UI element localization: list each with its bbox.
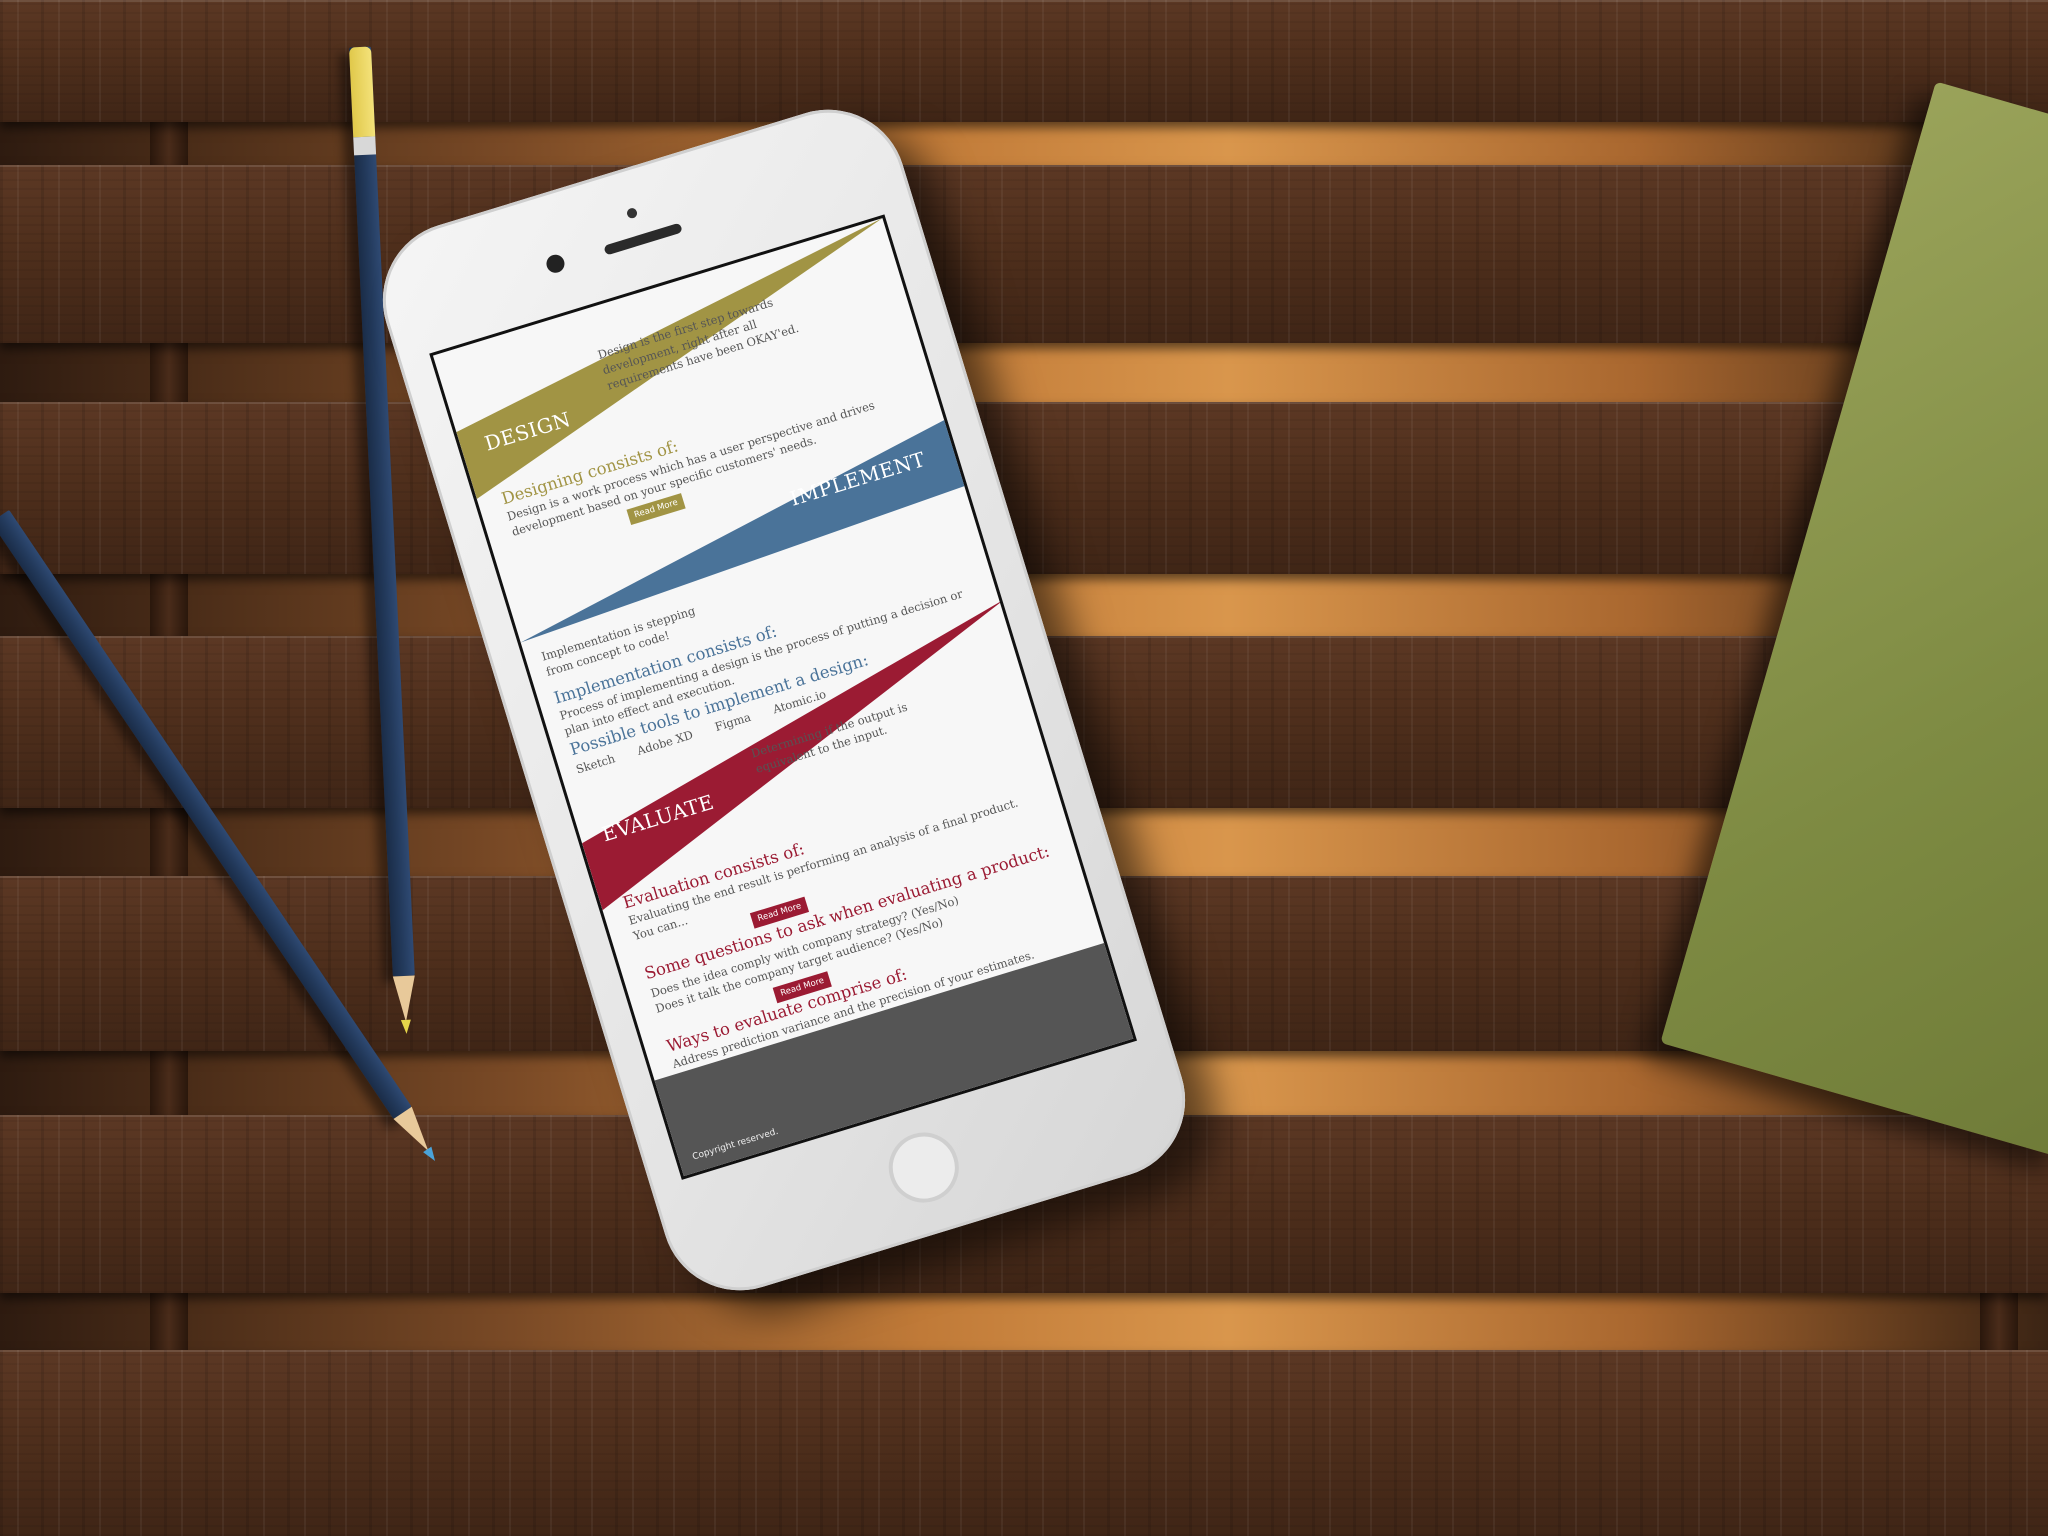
front-camera-icon	[544, 252, 567, 275]
pencil-cap	[349, 46, 376, 138]
home-button[interactable]	[880, 1123, 968, 1212]
pencil-tip	[392, 975, 417, 1023]
pencil-lead	[400, 1019, 412, 1035]
earpiece-speaker	[603, 222, 683, 256]
proximity-sensor	[625, 206, 639, 220]
bench-slat	[0, 1350, 2048, 1536]
bench-slat	[0, 0, 2048, 122]
bench-slat	[0, 402, 2048, 574]
bench-slat	[0, 165, 2048, 343]
copyright-text: Copyright reserved.	[691, 1126, 780, 1163]
pencil-band	[353, 136, 377, 156]
